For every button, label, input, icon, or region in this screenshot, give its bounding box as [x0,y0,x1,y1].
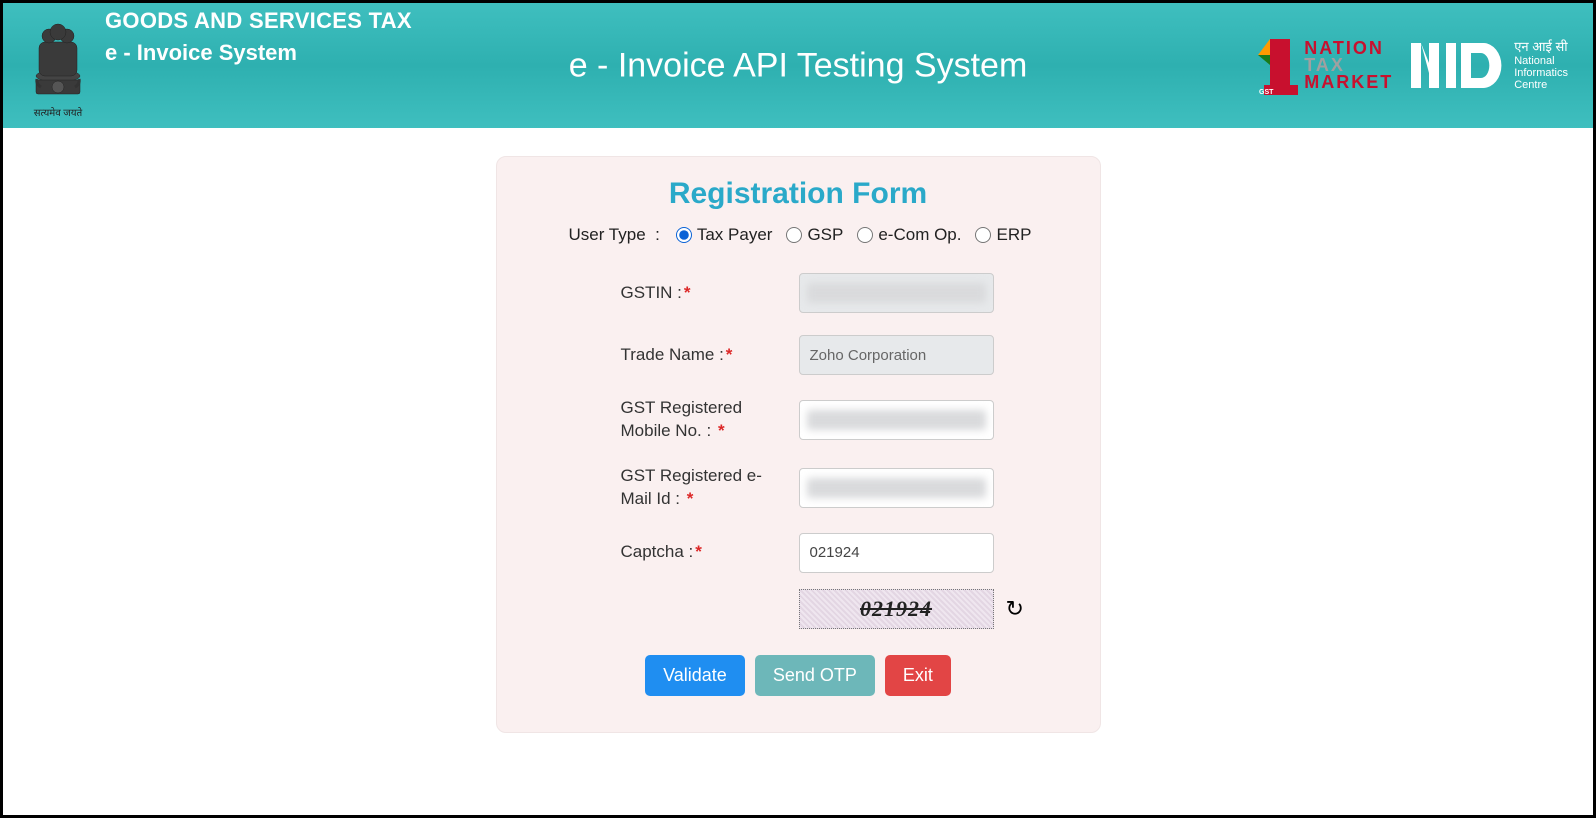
radio-ecom-label: e-Com Op. [878,225,961,245]
header-title-block: GOODS AND SERVICES TAX e - Invoice Syste… [105,8,412,66]
svg-text:GST: GST [1259,89,1274,96]
page-title: e - Invoice API Testing System [569,46,1028,85]
gstin-input[interactable] [799,273,994,313]
user-type-label: User Type : [569,225,660,245]
nic-logo: एन आई सी National Informatics Centre [1411,38,1568,93]
user-type-option-erp[interactable]: ERP [975,225,1031,245]
send-otp-button[interactable]: Send OTP [755,655,875,696]
content: Registration Form User Type : Tax Payer … [3,128,1593,733]
user-type-option-gsp[interactable]: GSP [786,225,843,245]
ntm-text: NATION TAX MARKET [1304,40,1393,91]
one-nation-tax-market-logo: GST NATION TAX MARKET [1256,35,1393,97]
radio-gsp[interactable] [786,227,802,243]
header-line1: GOODS AND SERVICES TAX [105,8,412,34]
user-type-options: Tax Payer GSP e-Com Op. ERP [676,225,1032,245]
captcha-image-row: 021924 ↻ [799,589,1068,629]
label-trade-name: Trade Name :* [621,344,781,367]
form-fields: GSTIN :* Trade Name :* GST Registered Mo… [529,273,1068,629]
user-type-option-ecom[interactable]: e-Com Op. [857,225,961,245]
label-email: GST Registered e-Mail Id : * [621,465,781,511]
radio-gsp-label: GSP [807,225,843,245]
user-type-option-taxpayer[interactable]: Tax Payer [676,225,773,245]
row-email: GST Registered e-Mail Id : * [621,465,1068,511]
header: सत्यमेव जयते GOODS AND SERVICES TAX e - … [3,3,1593,128]
label-captcha: Captcha :* [621,541,781,564]
row-captcha: Captcha :* [621,533,1068,573]
refresh-captcha-icon[interactable]: ↻ [1006,596,1024,622]
row-gstin: GSTIN :* [621,273,1068,313]
emblem-of-india-icon: सत्यमेव जयते [23,8,93,123]
row-mobile: GST Registered Mobile No. : * [621,397,1068,443]
nic-en1: National [1514,55,1568,67]
nic-en2: Informatics [1514,67,1568,79]
captcha-image: 021924 [799,589,994,629]
header-left: सत्यमेव जयते GOODS AND SERVICES TAX e - … [23,8,412,123]
label-gstin: GSTIN :* [621,282,781,305]
emblem-caption: सत्यमेव जयते [34,107,83,119]
header-right: GST NATION TAX MARKET [1256,35,1568,97]
nic-en3: Centre [1514,79,1568,91]
registration-card: Registration Form User Type : Tax Payer … [496,156,1101,733]
ntm-market: MARKET [1304,74,1393,91]
nic-text: एन आई सी National Informatics Centre [1514,40,1568,91]
exit-button[interactable]: Exit [885,655,951,696]
nic-hindi: एन आई सी [1514,40,1568,54]
mobile-input[interactable] [799,400,994,440]
user-type-row: User Type : Tax Payer GSP e-Com Op. [529,225,1068,245]
email-input[interactable] [799,468,994,508]
nic-icon [1411,38,1506,93]
app-window: सत्यमेव जयते GOODS AND SERVICES TAX e - … [0,0,1596,818]
label-mobile: GST Registered Mobile No. : * [621,397,781,443]
one-icon: GST [1256,35,1302,97]
ntm-tax: TAX [1304,57,1393,74]
radio-erp-label: ERP [996,225,1031,245]
button-row: Validate Send OTP Exit [529,655,1068,696]
captcha-input[interactable] [799,533,994,573]
validate-button[interactable]: Validate [645,655,745,696]
form-title: Registration Form [529,177,1068,211]
radio-ecom[interactable] [857,227,873,243]
header-line2: e - Invoice System [105,40,412,66]
row-trade-name: Trade Name :* [621,335,1068,375]
radio-erp[interactable] [975,227,991,243]
trade-name-input[interactable] [799,335,994,375]
radio-taxpayer[interactable] [676,227,692,243]
radio-taxpayer-label: Tax Payer [697,225,773,245]
